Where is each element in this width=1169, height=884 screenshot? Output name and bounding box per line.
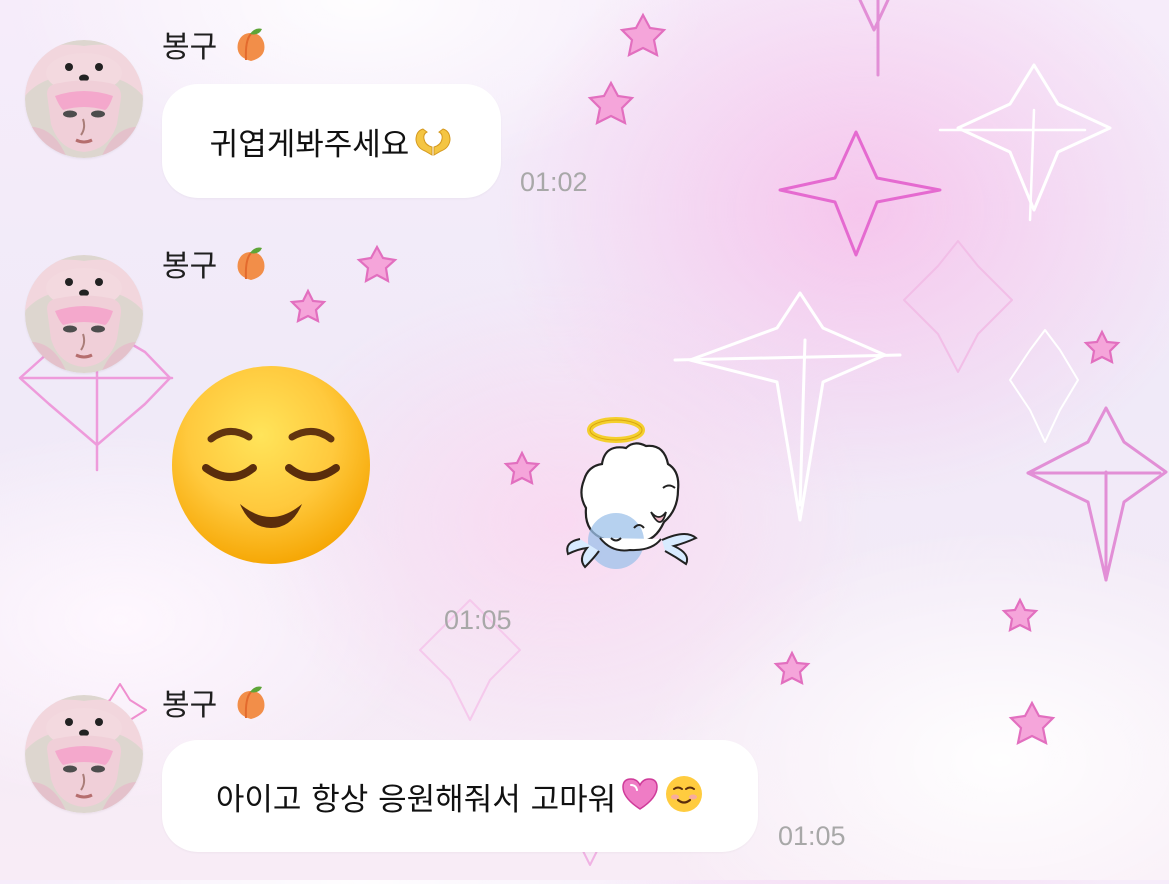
peach-icon (231, 26, 271, 66)
message-bubble[interactable]: 아이고 항상 응원해줘서 고마워 (162, 740, 758, 852)
peach-icon (231, 684, 271, 724)
sender-name: 봉구 (162, 688, 218, 723)
message-text: 아이고 항상 응원해줘서 고마워 (215, 781, 617, 818)
message-time: 01:05 (778, 821, 846, 851)
message-time: 01:02 (520, 167, 588, 197)
heart-hands-icon (413, 119, 453, 159)
sender-label: 봉구 (162, 247, 271, 287)
message-text: 귀엽게봐주세요 (209, 126, 410, 163)
relieved-face-icon[interactable] (171, 365, 371, 565)
sender-name: 봉구 (162, 30, 218, 65)
smiling-face-icon (664, 774, 704, 814)
chat-view: 봉구 귀엽게봐주세요 01:02 봉구 01:05 봉구 아이고 항상 응원해줘… (0, 0, 1169, 880)
sender-label: 봉구 (162, 28, 271, 68)
angel-cloud-sticker-icon[interactable] (560, 406, 715, 591)
avatar[interactable] (25, 695, 143, 813)
message-bubble[interactable]: 귀엽게봐주세요 (162, 84, 501, 198)
sender-name: 봉구 (162, 249, 218, 284)
message-time: 01:05 (444, 605, 512, 635)
avatar[interactable] (25, 40, 143, 158)
pink-heart-icon (620, 774, 660, 814)
peach-icon (231, 245, 271, 285)
avatar[interactable] (25, 255, 143, 373)
sender-label: 봉구 (162, 686, 271, 726)
